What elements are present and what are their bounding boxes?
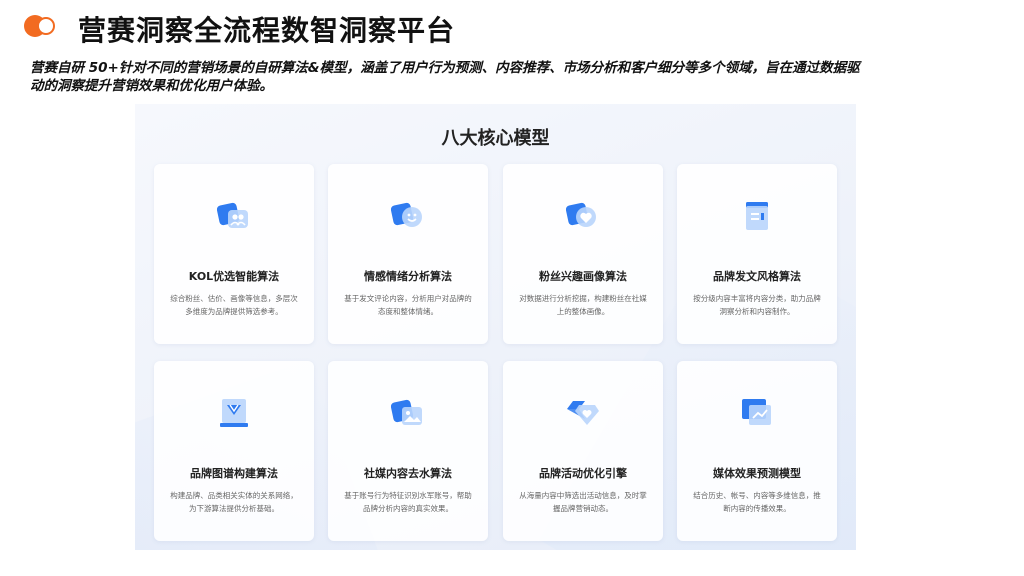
model-card-activity: 品牌活动优化引擎 从海量内容中筛选出活动信息，及时掌握品牌营销动态。 [503, 361, 663, 541]
panel-title: 八大核心模型 [441, 128, 550, 149]
smile-icon [390, 200, 426, 232]
heart-icon [565, 200, 601, 232]
models-panel: 八大核心模型 KOL优选智能算法 综合粉丝、估价、画像等信息，多层次多维度为品牌… [135, 104, 856, 550]
model-card-graph: 品牌图谱构建算法 构建品牌、品类相关实体的关系网络，为下游算法提供分析基础。 [154, 361, 314, 541]
model-name: 媒体效果预测模型 [713, 467, 801, 480]
document-icon [739, 200, 775, 232]
shield-icon [565, 397, 601, 429]
model-card-kol: KOL优选智能算法 综合粉丝、估价、画像等信息，多层次多维度为品牌提供筛选参考。 [154, 164, 314, 344]
model-desc: 按分级内容丰富将内容分类，助力品牌洞察分析和内容制作。 [693, 294, 821, 316]
chart-icon [739, 397, 775, 429]
graph-icon [216, 397, 252, 429]
image-icon [390, 397, 426, 429]
model-desc: 结合历史、帐号、内容等多维信息，推断内容的传播效果。 [693, 491, 821, 513]
model-name: 粉丝兴趣画像算法 [539, 270, 627, 283]
model-desc: 基于账号行为特征识别水军账号，帮助品牌分析内容的真实效果。 [344, 491, 472, 513]
page-title: 营赛洞察全流程数智洞察平台 [78, 14, 456, 47]
model-desc: 基于发文评论内容，分析用户对品牌的态度和整体情绪。 [344, 294, 472, 316]
intro-text: 营赛自研 50+针对不同的营销场景的自研算法&模型，涵盖了用户行为预测、内容推荐… [30, 60, 860, 94]
users-icon [216, 200, 252, 232]
model-card-style: 品牌发文风格算法 按分级内容丰富将内容分类，助力品牌洞察分析和内容制作。 [677, 164, 837, 344]
model-card-dewater: 社媒内容去水算法 基于账号行为特征识别水军账号，帮助品牌分析内容的真实效果。 [328, 361, 488, 541]
model-desc: 从海量内容中筛选出活动信息，及时掌握品牌营销动态。 [519, 491, 647, 513]
model-card-media: 媒体效果预测模型 结合历史、帐号、内容等多维信息，推断内容的传播效果。 [677, 361, 837, 541]
model-desc: 构建品牌、品类相关实体的关系网络，为下游算法提供分析基础。 [170, 491, 298, 513]
brand-logo-icon [24, 15, 60, 37]
model-card-sentiment: 情感情绪分析算法 基于发文评论内容，分析用户对品牌的态度和整体情绪。 [328, 164, 488, 344]
model-name: 情感情绪分析算法 [364, 270, 452, 283]
model-name: 品牌活动优化引擎 [539, 467, 627, 480]
model-desc: 综合粉丝、估价、画像等信息，多层次多维度为品牌提供筛选参考。 [170, 294, 298, 316]
model-name: KOL优选智能算法 [188, 270, 280, 283]
model-name: 品牌发文风格算法 [713, 270, 801, 283]
model-card-fans: 粉丝兴趣画像算法 对数据进行分析挖掘，构建粉丝在社媒上的整体画像。 [503, 164, 663, 344]
model-name: 社媒内容去水算法 [364, 467, 452, 480]
model-name: 品牌图谱构建算法 [190, 467, 278, 480]
model-desc: 对数据进行分析挖掘，构建粉丝在社媒上的整体画像。 [519, 294, 647, 316]
